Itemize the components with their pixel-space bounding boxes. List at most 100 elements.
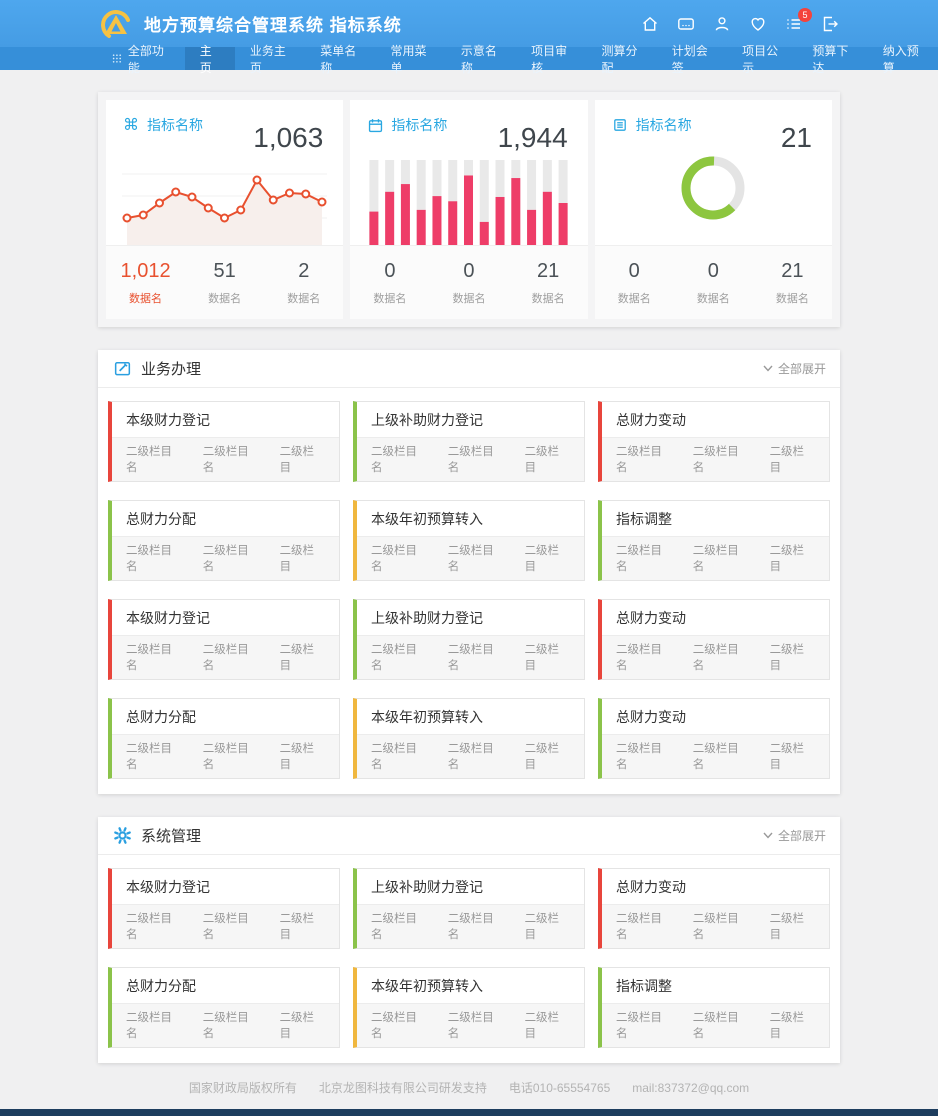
nav-item[interactable]: 测算分配 xyxy=(586,47,656,70)
menu-card[interactable]: 上级补助财力登记二级栏目名二级栏目名二级栏目 xyxy=(353,401,585,482)
menu-card-subitem[interactable]: 二级栏目 xyxy=(525,1009,570,1041)
menu-card-subitem[interactable]: 二级栏目名 xyxy=(203,910,260,942)
menu-card[interactable]: 本级年初预算转入二级栏目名二级栏目名二级栏目 xyxy=(353,967,585,1048)
menu-card-subitem[interactable]: 二级栏目 xyxy=(525,542,570,574)
nav-item[interactable]: 项目公示 xyxy=(727,47,797,70)
menu-card-subitem[interactable]: 二级栏目名 xyxy=(203,443,260,475)
menu-card-title[interactable]: 总财力变动 xyxy=(602,869,829,904)
user-icon[interactable] xyxy=(710,12,734,36)
menu-card-subitem[interactable]: 二级栏目名 xyxy=(203,1009,260,1041)
menu-card-title[interactable]: 指标调整 xyxy=(602,968,829,1003)
nav-item[interactable]: 主页 xyxy=(185,47,235,70)
menu-card[interactable]: 本级年初预算转入二级栏目名二级栏目名二级栏目 xyxy=(353,698,585,779)
menu-card-subitem[interactable]: 二级栏目名 xyxy=(371,443,428,475)
logout-icon[interactable] xyxy=(818,12,842,36)
menu-card-subitem[interactable]: 二级栏目名 xyxy=(371,740,428,772)
menu-card-subitem[interactable]: 二级栏目 xyxy=(770,740,815,772)
menu-card-subitem[interactable]: 二级栏目名 xyxy=(693,443,750,475)
menu-card[interactable]: 总财力分配二级栏目名二级栏目名二级栏目 xyxy=(108,500,340,581)
card-icon[interactable] xyxy=(674,12,698,36)
menu-card-subitem[interactable]: 二级栏目 xyxy=(525,443,570,475)
menu-card-subitem[interactable]: 二级栏目 xyxy=(280,740,325,772)
menu-card-subitem[interactable]: 二级栏目名 xyxy=(203,641,260,673)
menu-card-subitem[interactable]: 二级栏目名 xyxy=(371,1009,428,1041)
menu-card-subitem[interactable]: 二级栏目名 xyxy=(371,641,428,673)
menu-card-subitem[interactable]: 二级栏目 xyxy=(280,542,325,574)
menu-card-subitem[interactable]: 二级栏目名 xyxy=(616,740,673,772)
menu-card-title[interactable]: 总财力变动 xyxy=(602,699,829,734)
menu-card[interactable]: 总财力分配二级栏目名二级栏目名二级栏目 xyxy=(108,967,340,1048)
menu-card-subitem[interactable]: 二级栏目 xyxy=(280,641,325,673)
menu-card-subitem[interactable]: 二级栏目名 xyxy=(616,1009,673,1041)
nav-item[interactable]: 预算下达 xyxy=(797,47,867,70)
menu-card[interactable]: 总财力分配二级栏目名二级栏目名二级栏目 xyxy=(108,698,340,779)
nav-item[interactable]: 纳入预算 xyxy=(868,47,938,70)
menu-card-title[interactable]: 上级补助财力登记 xyxy=(357,600,584,635)
menu-card-subitem[interactable]: 二级栏目名 xyxy=(616,910,673,942)
menu-card-title[interactable]: 本级财力登记 xyxy=(112,402,339,437)
menu-card-subitem[interactable]: 二级栏目名 xyxy=(203,740,260,772)
menu-card-title[interactable]: 总财力变动 xyxy=(602,402,829,437)
menu-card-subitem[interactable]: 二级栏目名 xyxy=(448,740,505,772)
menu-card-subitem[interactable]: 二级栏目名 xyxy=(448,910,505,942)
menu-card[interactable]: 上级补助财力登记二级栏目名二级栏目名二级栏目 xyxy=(353,868,585,949)
menu-card-subitem[interactable]: 二级栏目名 xyxy=(126,910,183,942)
menu-card-subitem[interactable]: 二级栏目名 xyxy=(448,1009,505,1041)
menu-card-subitem[interactable]: 二级栏目 xyxy=(770,1009,815,1041)
menu-card-title[interactable]: 本级财力登记 xyxy=(112,869,339,904)
menu-card-subitem[interactable]: 二级栏目名 xyxy=(126,641,183,673)
menu-card-title[interactable]: 上级补助财力登记 xyxy=(357,402,584,437)
menu-card-title[interactable]: 本级年初预算转入 xyxy=(357,699,584,734)
menu-card-subitem[interactable]: 二级栏目名 xyxy=(693,910,750,942)
menu-card-subitem[interactable]: 二级栏目名 xyxy=(448,443,505,475)
menu-card[interactable]: 指标调整二级栏目名二级栏目名二级栏目 xyxy=(598,500,830,581)
nav-item[interactable]: 示意名称 xyxy=(446,47,516,70)
menu-card-subitem[interactable]: 二级栏目名 xyxy=(616,641,673,673)
menu-card[interactable]: 本级财力登记二级栏目名二级栏目名二级栏目 xyxy=(108,868,340,949)
menu-card-subitem[interactable]: 二级栏目名 xyxy=(693,1009,750,1041)
menu-card-title[interactable]: 本级年初预算转入 xyxy=(357,968,584,1003)
menu-card-subitem[interactable]: 二级栏目 xyxy=(770,443,815,475)
menu-card[interactable]: 指标调整二级栏目名二级栏目名二级栏目 xyxy=(598,967,830,1048)
menu-card-title[interactable]: 总财力分配 xyxy=(112,699,339,734)
menu-card-subitem[interactable]: 二级栏目 xyxy=(280,910,325,942)
list-icon[interactable]: 5 xyxy=(782,12,806,36)
nav-item-all-functions[interactable]: 全部功能 xyxy=(98,47,185,70)
menu-card-subitem[interactable]: 二级栏目名 xyxy=(693,641,750,673)
menu-card-subitem[interactable]: 二级栏目 xyxy=(770,910,815,942)
menu-card-subitem[interactable]: 二级栏目名 xyxy=(203,542,260,574)
menu-card-subitem[interactable]: 二级栏目名 xyxy=(126,443,183,475)
nav-item[interactable]: 菜单名称 xyxy=(305,47,375,70)
menu-card[interactable]: 总财力变动二级栏目名二级栏目名二级栏目 xyxy=(598,401,830,482)
menu-card-subitem[interactable]: 二级栏目名 xyxy=(693,542,750,574)
menu-card[interactable]: 本级财力登记二级栏目名二级栏目名二级栏目 xyxy=(108,401,340,482)
menu-card-subitem[interactable]: 二级栏目名 xyxy=(371,542,428,574)
menu-card[interactable]: 总财力变动二级栏目名二级栏目名二级栏目 xyxy=(598,868,830,949)
menu-card[interactable]: 上级补助财力登记二级栏目名二级栏目名二级栏目 xyxy=(353,599,585,680)
menu-card-subitem[interactable]: 二级栏目 xyxy=(525,910,570,942)
menu-card-title[interactable]: 上级补助财力登记 xyxy=(357,869,584,904)
menu-card-subitem[interactable]: 二级栏目名 xyxy=(616,443,673,475)
menu-card-title[interactable]: 总财力变动 xyxy=(602,600,829,635)
menu-card-subitem[interactable]: 二级栏目名 xyxy=(126,1009,183,1041)
expand-all-button[interactable]: 全部展开 xyxy=(763,360,826,377)
menu-card-subitem[interactable]: 二级栏目名 xyxy=(693,740,750,772)
menu-card-subitem[interactable]: 二级栏目 xyxy=(770,542,815,574)
menu-card[interactable]: 本级年初预算转入二级栏目名二级栏目名二级栏目 xyxy=(353,500,585,581)
menu-card-title[interactable]: 本级年初预算转入 xyxy=(357,501,584,536)
menu-card-title[interactable]: 指标调整 xyxy=(602,501,829,536)
nav-item[interactable]: 业务主页 xyxy=(235,47,305,70)
menu-card[interactable]: 总财力变动二级栏目名二级栏目名二级栏目 xyxy=(598,698,830,779)
menu-card-subitem[interactable]: 二级栏目 xyxy=(280,443,325,475)
menu-card[interactable]: 总财力变动二级栏目名二级栏目名二级栏目 xyxy=(598,599,830,680)
expand-all-button[interactable]: 全部展开 xyxy=(763,827,826,844)
menu-card-subitem[interactable]: 二级栏目 xyxy=(525,740,570,772)
nav-item[interactable]: 常用菜单 xyxy=(376,47,446,70)
menu-card-title[interactable]: 总财力分配 xyxy=(112,501,339,536)
menu-card-subitem[interactable]: 二级栏目名 xyxy=(371,910,428,942)
menu-card[interactable]: 本级财力登记二级栏目名二级栏目名二级栏目 xyxy=(108,599,340,680)
menu-card-subitem[interactable]: 二级栏目名 xyxy=(126,542,183,574)
menu-card-title[interactable]: 总财力分配 xyxy=(112,968,339,1003)
nav-item[interactable]: 计划会签 xyxy=(657,47,727,70)
menu-card-subitem[interactable]: 二级栏目 xyxy=(525,641,570,673)
